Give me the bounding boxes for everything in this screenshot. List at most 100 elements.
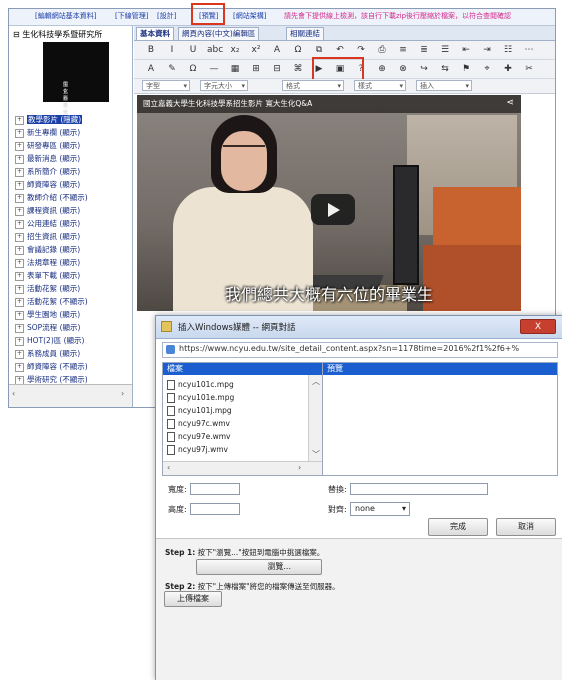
- toolbar2-button-icon[interactable]: ⊟: [270, 62, 284, 76]
- tree-root[interactable]: ⊟ 生化科技學系暨研究所: [13, 29, 102, 40]
- scroll-left-icon[interactable]: ‹: [167, 463, 170, 472]
- toolbar2-button-icon[interactable]: ⌘: [291, 62, 305, 76]
- insert-select[interactable]: 插入: [416, 80, 472, 92]
- expand-icon[interactable]: +: [15, 154, 24, 164]
- expand-icon[interactable]: +: [15, 141, 24, 151]
- toolbar2-button-icon[interactable]: Ω: [186, 62, 200, 76]
- toolbar1-button-icon[interactable]: ☰: [438, 43, 452, 57]
- toolbar1-button-icon[interactable]: ↷: [354, 43, 368, 57]
- toolbar1-button-icon[interactable]: ☷: [501, 43, 515, 57]
- expand-icon[interactable]: +: [15, 167, 24, 177]
- top-link-edit-site[interactable]: [編輯網站基本資料]: [33, 11, 98, 22]
- tree-item[interactable]: + 課程資訊 (顯示): [15, 205, 80, 217]
- toolbar1-button-icon[interactable]: Ω: [291, 43, 305, 57]
- toolbar2-button-icon[interactable]: ✚: [501, 62, 515, 76]
- toolbar2-button-icon[interactable]: —: [207, 62, 221, 76]
- ok-button[interactable]: 完成: [428, 518, 488, 536]
- toolbar1-button-icon[interactable]: ⧉: [312, 43, 326, 57]
- font-select[interactable]: 字型: [142, 80, 190, 92]
- tree-item[interactable]: + HOT(2)區 (顯示): [15, 335, 84, 347]
- toolbar2-button-icon[interactable]: ⊞: [249, 62, 263, 76]
- toolbar1-button-icon[interactable]: ≡: [396, 43, 410, 57]
- height-input[interactable]: [190, 503, 240, 515]
- expand-icon[interactable]: +: [15, 219, 24, 229]
- top-link-structure[interactable]: [網站架構]: [231, 11, 268, 22]
- toolbar1-button-icon[interactable]: ⇥: [480, 43, 494, 57]
- tree-item[interactable]: + 教師介紹 (不顯示): [15, 192, 88, 204]
- tree-item[interactable]: + 系務成員 (顯示): [15, 348, 80, 360]
- tree-item[interactable]: + 系所簡介 (顯示): [15, 166, 80, 178]
- tab-related-links[interactable]: 相關連結: [286, 27, 324, 40]
- scroll-right-icon[interactable]: ›: [298, 463, 301, 472]
- toolbar2-button-icon[interactable]: ⊕: [375, 62, 389, 76]
- expand-icon[interactable]: +: [15, 362, 24, 372]
- file-list-item[interactable]: ncyu97j.wmv: [167, 443, 228, 456]
- toolbar2-button-icon[interactable]: ✂: [522, 62, 536, 76]
- top-link-manage[interactable]: [下線管理]: [113, 11, 150, 22]
- expand-icon[interactable]: +: [15, 245, 24, 255]
- upload-button[interactable]: 上傳檔案: [164, 591, 222, 607]
- toolbar2-button-icon[interactable]: ⚑: [459, 62, 473, 76]
- share-icon[interactable]: ⋖: [506, 98, 514, 108]
- toolbar2-button-icon[interactable]: ✎: [165, 62, 179, 76]
- toolbar1-button-icon[interactable]: ↶: [333, 43, 347, 57]
- tree-item[interactable]: + 公用連結 (顯示): [15, 218, 80, 230]
- browse-button[interactable]: 瀏覽...: [196, 559, 322, 575]
- scroll-up-icon[interactable]: ︿: [312, 376, 320, 387]
- tree-item[interactable]: + 學生園地 (顯示): [15, 309, 80, 321]
- tree-item[interactable]: + 師資陣容 (不顯示): [15, 361, 88, 373]
- tree-item[interactable]: + 招生資訊 (顯示): [15, 231, 80, 243]
- toolbar2-button-icon[interactable]: ▦: [228, 62, 242, 76]
- file-list-item[interactable]: ncyu97c.wmv: [167, 417, 230, 430]
- collapse-icon[interactable]: ⊟: [13, 30, 22, 39]
- file-list-hscroll[interactable]: ‹ ›: [163, 461, 322, 475]
- toolbar1-button-icon[interactable]: B: [144, 43, 158, 57]
- toolbar2-button-icon[interactable]: ⇆: [438, 62, 452, 76]
- format-select[interactable]: 格式: [282, 80, 344, 92]
- expand-icon[interactable]: +: [15, 206, 24, 216]
- toolbar1-button-icon[interactable]: ⋯: [522, 43, 536, 57]
- toolbar1-button-icon[interactable]: A: [270, 43, 284, 57]
- toolbar2-button-icon[interactable]: ⊗: [396, 62, 410, 76]
- tree-item[interactable]: + 教學影片 (隱藏): [15, 114, 83, 126]
- tree-item[interactable]: + 會議記錄 (顯示): [15, 244, 80, 256]
- expand-icon[interactable]: +: [15, 128, 24, 138]
- tree-item[interactable]: + 法規章程 (顯示): [15, 257, 80, 269]
- toolbar1-button-icon[interactable]: abc: [207, 43, 223, 57]
- toolbar1-button-icon[interactable]: I: [165, 43, 179, 57]
- expand-icon[interactable]: +: [15, 232, 24, 242]
- toolbar2-button-icon[interactable]: A: [144, 62, 158, 76]
- top-link-design[interactable]: [設計]: [155, 11, 178, 22]
- toolbar1-button-icon[interactable]: U: [186, 43, 200, 57]
- toolbar1-button-icon[interactable]: ⇤: [459, 43, 473, 57]
- file-list-item[interactable]: ncyu97e.wmv: [167, 430, 231, 443]
- tree-item[interactable]: + 表單下載 (顯示): [15, 270, 80, 282]
- style-select[interactable]: 樣式: [354, 80, 406, 92]
- align-select[interactable]: none: [350, 502, 410, 516]
- tree-item[interactable]: + SOP流程 (顯示): [15, 322, 80, 334]
- toolbar1-button-icon[interactable]: x²: [249, 43, 263, 57]
- file-list-item[interactable]: ncyu101c.mpg: [167, 378, 234, 391]
- tree-item[interactable]: + 新生專欄 (顯示): [15, 127, 80, 139]
- file-list-vscroll[interactable]: ︿ ﹀: [308, 375, 323, 461]
- tree-item[interactable]: + 研發專區 (顯示): [15, 140, 80, 152]
- play-icon[interactable]: [311, 194, 355, 225]
- file-list-item[interactable]: ncyu101e.mpg: [167, 391, 234, 404]
- embedded-video[interactable]: 國立嘉義大學生化科技學系招生影片 寬大生化Q&A ⋖ 我們總共大概有六位的畢業生: [137, 95, 521, 311]
- expand-icon[interactable]: +: [15, 115, 24, 125]
- expand-icon[interactable]: +: [15, 193, 24, 203]
- tree-item[interactable]: + 師資陣容 (顯示): [15, 179, 80, 191]
- toolbar1-button-icon[interactable]: ≣: [417, 43, 431, 57]
- expand-icon[interactable]: +: [15, 310, 24, 320]
- tab-basic-info[interactable]: 基本資料: [136, 27, 174, 40]
- scroll-right-icon[interactable]: ›: [121, 389, 124, 398]
- expand-icon[interactable]: +: [15, 336, 24, 346]
- alt-input[interactable]: [350, 483, 488, 495]
- tree-item[interactable]: + 最新消息 (顯示): [15, 153, 80, 165]
- size-select[interactable]: 字元大小: [200, 80, 248, 92]
- toolbar2-button-icon[interactable]: ⌖: [480, 62, 494, 76]
- expand-icon[interactable]: +: [15, 271, 24, 281]
- expand-icon[interactable]: +: [15, 297, 24, 307]
- expand-icon[interactable]: +: [15, 349, 24, 359]
- expand-icon[interactable]: +: [15, 323, 24, 333]
